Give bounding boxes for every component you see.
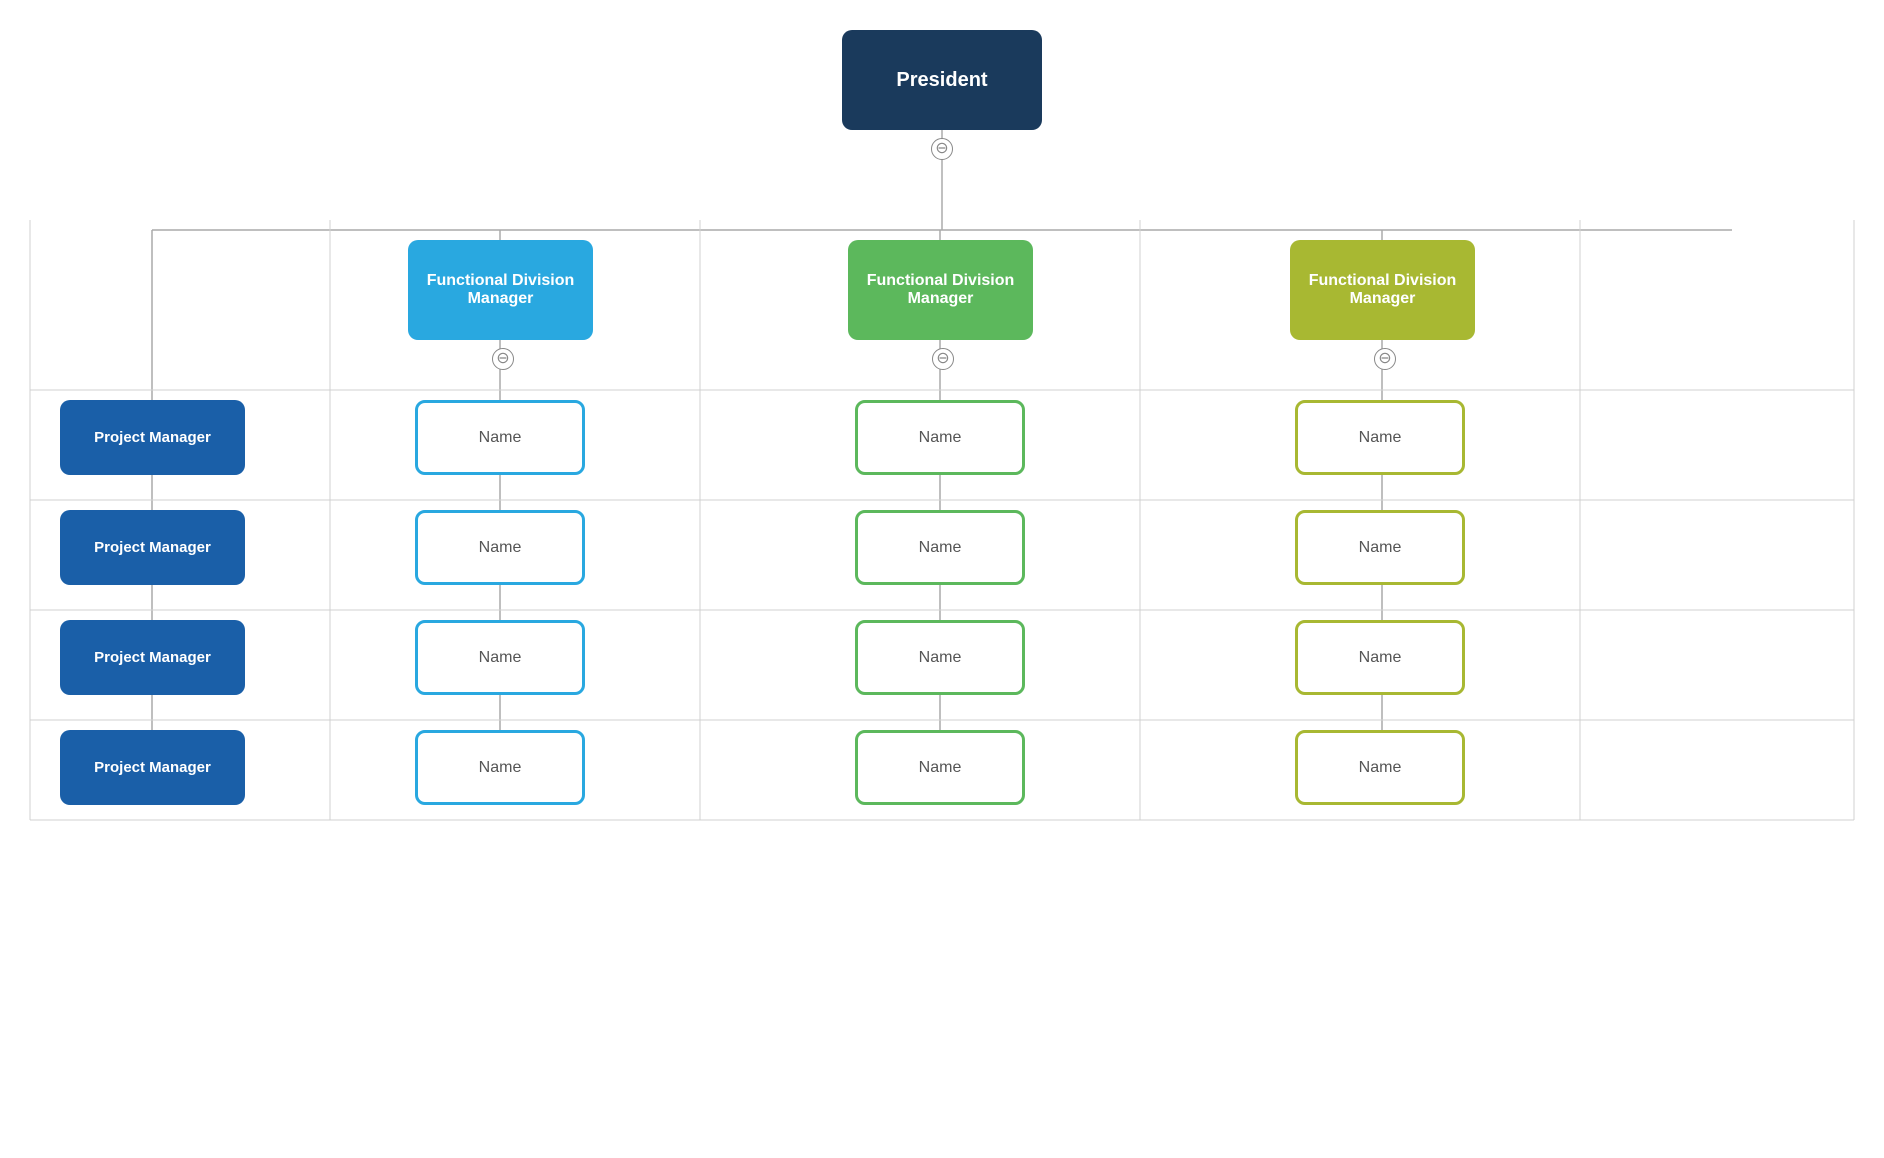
pm-4-label: Project Manager [94, 759, 211, 776]
name-blue-1-label: Name [479, 429, 522, 447]
name-lime-1-label: Name [1359, 429, 1402, 447]
name-blue-3-label: Name [479, 649, 522, 667]
pm-node-1[interactable]: Project Manager [60, 400, 245, 475]
fdm-lime-label: Functional Division Manager [1290, 272, 1475, 308]
name-green-1[interactable]: Name [855, 400, 1025, 475]
name-blue-4-label: Name [479, 759, 522, 777]
pm-node-4[interactable]: Project Manager [60, 730, 245, 805]
collapse-president-icon: ⊖ [935, 141, 948, 157]
name-blue-3[interactable]: Name [415, 620, 585, 695]
org-chart: President ⊖ Functional Division Manager … [0, 0, 1884, 1158]
pm-2-label: Project Manager [94, 539, 211, 556]
name-lime-1[interactable]: Name [1295, 400, 1465, 475]
name-blue-2[interactable]: Name [415, 510, 585, 585]
name-green-2-label: Name [919, 539, 962, 557]
pm-3-label: Project Manager [94, 649, 211, 666]
name-green-3[interactable]: Name [855, 620, 1025, 695]
name-green-1-label: Name [919, 429, 962, 447]
president-label: President [896, 69, 987, 92]
fdm-blue-node[interactable]: Functional Division Manager [408, 240, 593, 340]
name-blue-2-label: Name [479, 539, 522, 557]
collapse-fdm-blue-button[interactable]: ⊖ [492, 348, 514, 370]
collapse-fdm-lime-icon: ⊖ [1378, 351, 1391, 367]
name-lime-2-label: Name [1359, 539, 1402, 557]
name-lime-3-label: Name [1359, 649, 1402, 667]
pm-1-label: Project Manager [94, 429, 211, 446]
pm-node-3[interactable]: Project Manager [60, 620, 245, 695]
fdm-lime-node[interactable]: Functional Division Manager [1290, 240, 1475, 340]
name-green-2[interactable]: Name [855, 510, 1025, 585]
name-lime-2[interactable]: Name [1295, 510, 1465, 585]
fdm-blue-label: Functional Division Manager [408, 272, 593, 308]
collapse-fdm-green-button[interactable]: ⊖ [932, 348, 954, 370]
name-blue-1[interactable]: Name [415, 400, 585, 475]
collapse-fdm-blue-icon: ⊖ [496, 351, 509, 367]
name-lime-3[interactable]: Name [1295, 620, 1465, 695]
fdm-green-node[interactable]: Functional Division Manager [848, 240, 1033, 340]
collapse-president-button[interactable]: ⊖ [931, 138, 953, 160]
collapse-fdm-lime-button[interactable]: ⊖ [1374, 348, 1396, 370]
name-green-4[interactable]: Name [855, 730, 1025, 805]
pm-node-2[interactable]: Project Manager [60, 510, 245, 585]
name-blue-4[interactable]: Name [415, 730, 585, 805]
name-green-4-label: Name [919, 759, 962, 777]
president-node[interactable]: President [842, 30, 1042, 130]
fdm-green-label: Functional Division Manager [848, 272, 1033, 308]
collapse-fdm-green-icon: ⊖ [936, 351, 949, 367]
name-lime-4-label: Name [1359, 759, 1402, 777]
name-green-3-label: Name [919, 649, 962, 667]
name-lime-4[interactable]: Name [1295, 730, 1465, 805]
